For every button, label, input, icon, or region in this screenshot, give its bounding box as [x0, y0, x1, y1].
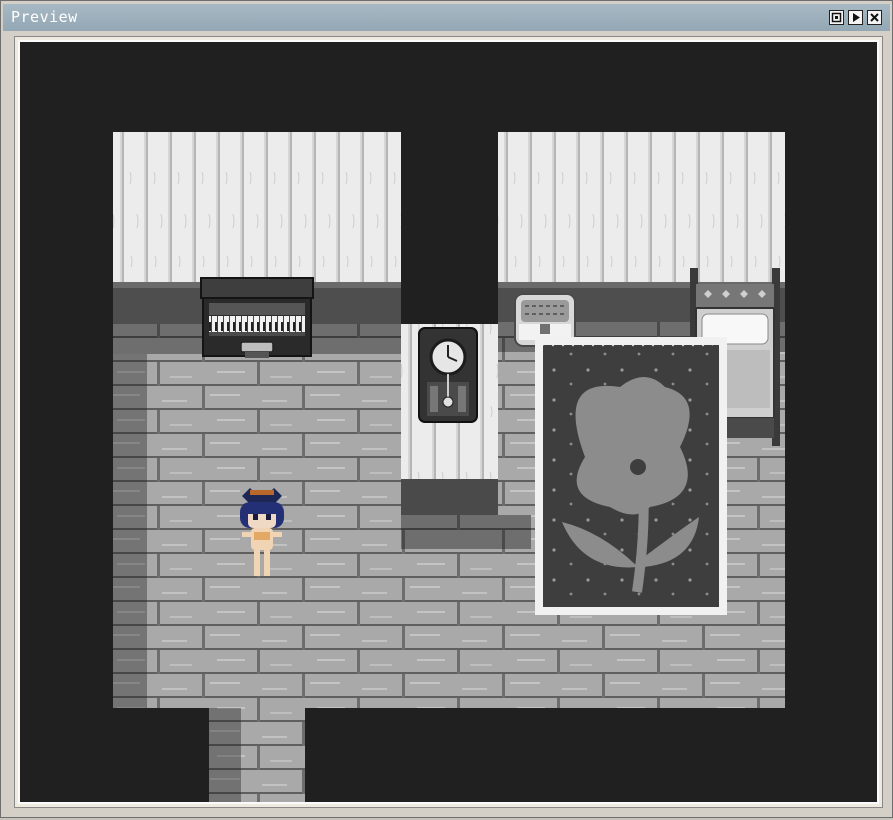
map-viewport[interactable]	[18, 40, 879, 804]
close-button[interactable]	[867, 10, 882, 25]
flower-rug	[535, 337, 727, 615]
maximize-icon	[831, 12, 842, 23]
doorway-shadow	[209, 708, 241, 802]
room-scene	[113, 42, 785, 802]
alcove-base	[401, 479, 498, 515]
play-button[interactable]	[848, 10, 863, 25]
close-icon	[870, 13, 879, 22]
maximize-button[interactable]	[829, 10, 844, 25]
title-bar[interactable]: Preview	[3, 4, 890, 31]
play-icon	[853, 13, 860, 22]
left-wall	[113, 132, 401, 282]
preview-window: Preview	[0, 0, 893, 818]
preview-content	[14, 36, 883, 808]
middle-pillar	[401, 42, 498, 324]
right-wall	[498, 132, 785, 282]
piano[interactable]	[200, 277, 314, 358]
pendulum-clock[interactable]	[418, 327, 478, 423]
floor-shadow-left	[113, 322, 147, 708]
window-title: Preview	[11, 8, 78, 26]
